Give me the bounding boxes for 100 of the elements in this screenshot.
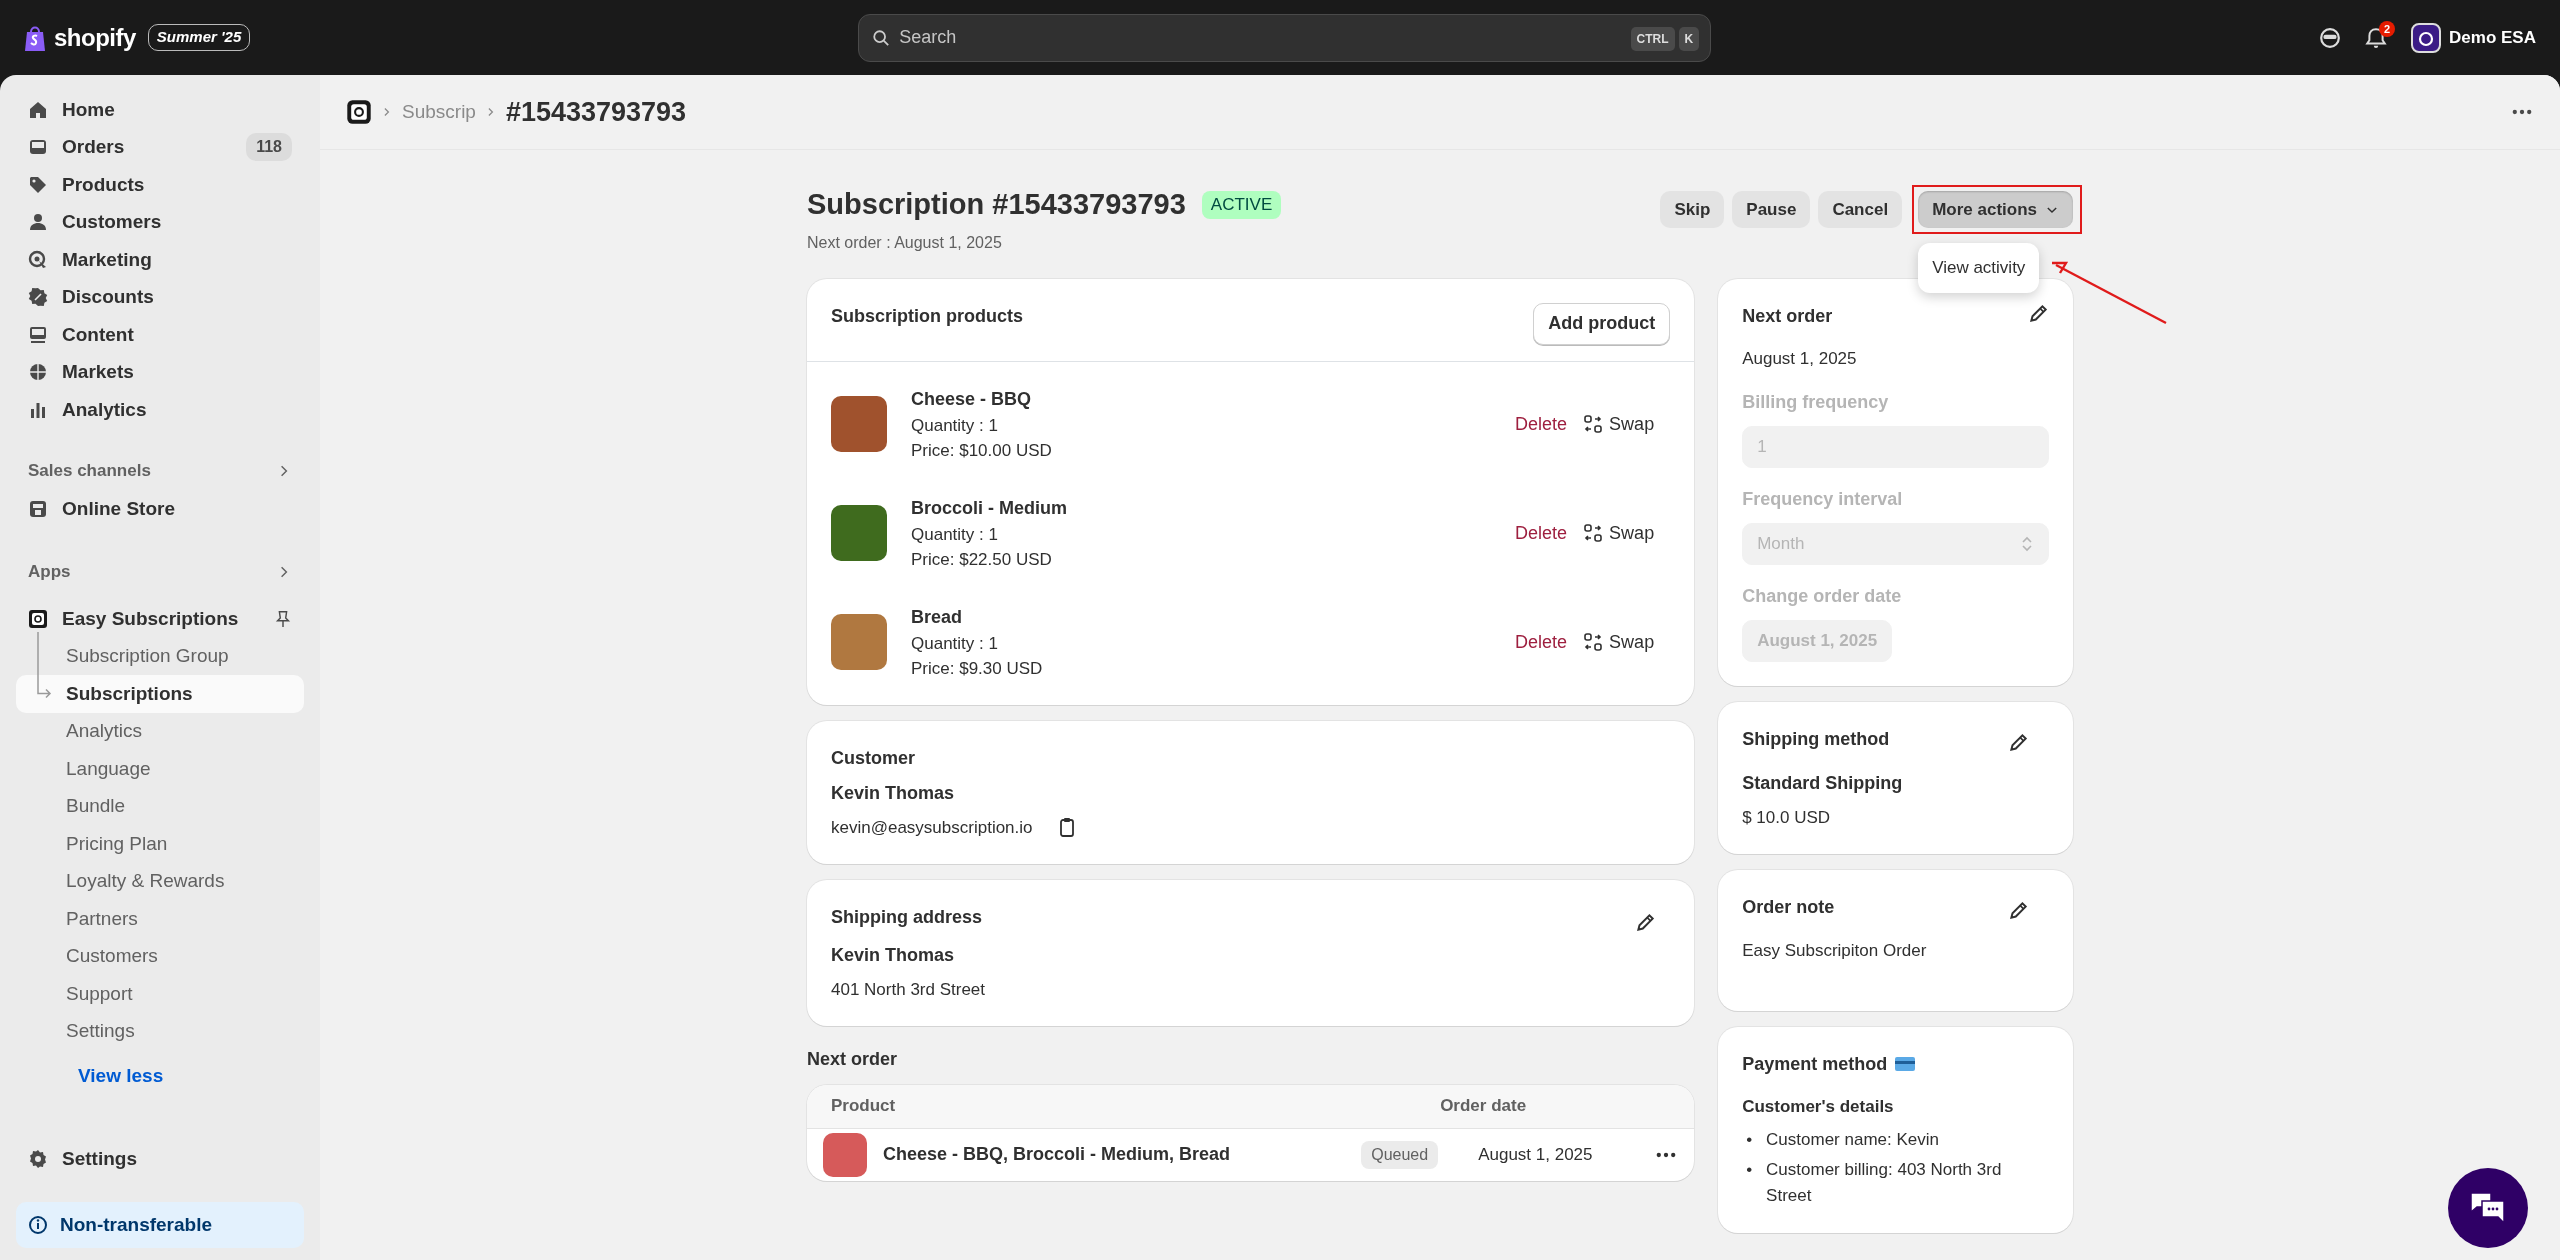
column-header: Product [831, 1095, 897, 1118]
swap-icon [1583, 414, 1604, 434]
sidebar-item[interactable]: Content [16, 316, 304, 354]
sidebar-subitem[interactable]: Customers [16, 937, 304, 975]
app-logo-icon [28, 608, 48, 629]
product-name: Cheese - BBQ [911, 387, 1033, 411]
sidebar-item[interactable]: Home [16, 91, 304, 129]
store-avatar-icon[interactable] [2411, 22, 2442, 53]
breadcrumb-current: #15433793793 [505, 95, 687, 129]
info-icon [28, 1215, 48, 1235]
sidebar-subitem[interactable]: Analytics [16, 712, 304, 750]
status-badge: Queued [1361, 1140, 1439, 1169]
monitor-icon [28, 324, 48, 345]
edit-icon[interactable] [1634, 911, 1657, 934]
next-order-date: Next order : August 1, 2025 [807, 232, 1003, 253]
sidebar-subitem[interactable]: Subscriptions [16, 675, 304, 713]
edit-icon[interactable] [2007, 899, 2029, 922]
product-photo-placeholder [831, 396, 887, 452]
target-icon [28, 249, 48, 270]
shipping-name: Standard Shipping [1742, 771, 1904, 795]
page-title: Subscription #15433793793 [807, 187, 1186, 222]
shopify-bag-icon [24, 24, 46, 51]
delete-link[interactable]: Delete [1515, 628, 1568, 656]
sidebar-item[interactable]: Analytics [16, 391, 304, 429]
bullet-mark: • [1746, 1158, 1753, 1181]
product-price: Price: $22.50 USD [911, 548, 1053, 571]
person-icon [28, 212, 48, 233]
edit-icon[interactable] [2007, 731, 2029, 754]
sidebar-subitem[interactable]: Support [16, 975, 304, 1013]
edit-icon[interactable] [2027, 302, 2049, 325]
sidebar-subitem[interactable]: Settings [16, 1012, 304, 1050]
sidebar-item[interactable]: Marketing [16, 241, 304, 279]
sidebar-subitem[interactable]: Pricing Plan [16, 825, 304, 863]
card-title: Next order [1742, 304, 1833, 328]
edition-badge[interactable]: Summer '25 [147, 24, 251, 51]
action-button[interactable]: Skip [1660, 191, 1725, 228]
sidebar-item[interactable]: Settings [16, 1140, 304, 1178]
product-name: Bread [911, 605, 964, 629]
more-actions-button[interactable]: More actions [1918, 191, 2073, 228]
table-cell-text: Cheese - BBQ, Broccoli - Medium, Bread [883, 1143, 1232, 1166]
search-icon [872, 28, 891, 47]
sidebar-subitem[interactable]: Loyalty & Rewards [16, 862, 304, 900]
settings-icon [28, 1149, 48, 1170]
notification-count: 2 [2378, 20, 2396, 37]
swap-button[interactable]: Swap [1583, 519, 1655, 547]
bell-icon[interactable] [2365, 26, 2388, 49]
sidebar-item[interactable]: Discounts [16, 278, 304, 316]
shipping-price: $ 10.0 USD [1742, 806, 1832, 829]
card-title: Subscription products [831, 304, 1023, 328]
product-name: Broccoli - Medium [911, 496, 1068, 520]
credit-card-icon [1895, 1057, 1916, 1071]
detail-item: Customer name: Kevin [1766, 1128, 1939, 1151]
store-name[interactable]: Demo ESA [2449, 24, 2536, 51]
sidebar-subitem[interactable]: Partners [16, 900, 304, 938]
pin-icon[interactable] [274, 609, 292, 628]
updown-icon [2020, 534, 2034, 553]
bullet-mark: • [1746, 1128, 1753, 1151]
swap-icon [1583, 632, 1604, 652]
swap-button[interactable]: Swap [1583, 410, 1655, 438]
product-quantity: Quantity : 1 [911, 632, 999, 655]
table-cell-text: August 1, 2025 [1478, 1144, 1594, 1166]
action-button[interactable]: Pause [1732, 191, 1811, 228]
app-item[interactable]: Easy Subscriptions [16, 600, 304, 638]
swap-icon [1583, 523, 1604, 543]
delete-link[interactable]: Delete [1515, 410, 1568, 438]
product-price: Price: $9.30 USD [911, 657, 1044, 680]
sidebar-item[interactable]: Online Store [16, 490, 304, 528]
sidebar-subitem[interactable]: Subscription Group [16, 637, 304, 675]
home-icon [28, 99, 48, 120]
brand-logo-text[interactable]: shopify [54, 19, 136, 56]
sidebar-subitem[interactable]: Bundle [16, 787, 304, 825]
customer-email: kevin@easysubscription.io [831, 816, 1033, 839]
discount-icon [28, 287, 48, 308]
field-label: Change order date [1742, 584, 1903, 608]
card-title: Customer [831, 746, 916, 770]
notice-text: Non-transferable [60, 1212, 213, 1237]
card-title: Shipping method [1742, 727, 1890, 751]
order-date: August 1, 2025 [1742, 347, 1858, 370]
sidebar-item[interactable]: Orders 118 [16, 128, 304, 166]
detail-item: Customer billing: 403 North 3rd Street [1766, 1158, 2003, 1207]
section-heading: Next order [807, 1047, 899, 1071]
delete-link[interactable]: Delete [1515, 519, 1568, 547]
product-price: Price: $10.00 USD [911, 439, 1053, 462]
section-heading: Sales channels [28, 459, 151, 482]
swap-button[interactable]: Swap [1583, 628, 1655, 656]
column-header: Order date [1440, 1095, 1528, 1118]
details-heading: Customer's details [1742, 1095, 1895, 1118]
order-note-text: Easy Subscripiton Order [1742, 939, 1928, 962]
view-less-link[interactable]: View less [16, 1062, 304, 1091]
sidebar-subitem[interactable]: Language [16, 750, 304, 788]
product-photo-placeholder [831, 505, 887, 561]
card-title: Shipping address [831, 905, 983, 929]
sidebar-item[interactable]: Customers [16, 203, 304, 241]
add-product-button[interactable]: Add product [1533, 302, 1671, 345]
count-badge: 118 [246, 133, 292, 162]
action-button[interactable]: Cancel [1818, 191, 1903, 228]
app-logo-icon[interactable] [346, 99, 372, 125]
sidebar-item[interactable]: Markets [16, 353, 304, 391]
storefront-icon [28, 499, 48, 520]
sidebar-item[interactable]: Products [16, 166, 304, 204]
